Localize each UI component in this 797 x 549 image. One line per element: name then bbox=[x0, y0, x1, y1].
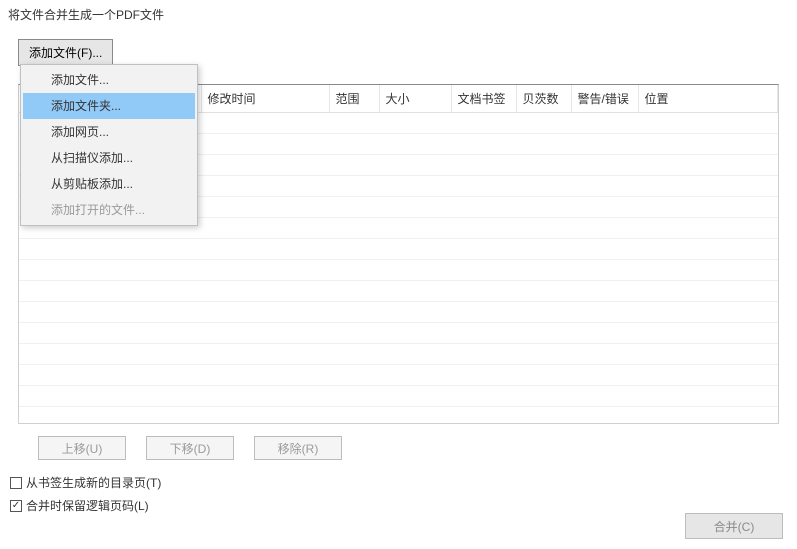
remove-button[interactable]: 移除(R) bbox=[254, 436, 342, 460]
dropdown-item[interactable]: 添加文件夹... bbox=[23, 93, 195, 119]
table-row bbox=[19, 281, 778, 302]
add-file-dropdown: 添加文件...添加文件夹...添加网页...从扫描仪添加...从剪贴板添加...… bbox=[20, 64, 198, 226]
column-header[interactable]: 修改时间 bbox=[201, 85, 329, 113]
table-row bbox=[19, 302, 778, 323]
options-block: 从书签生成新的目录页(T) 合并时保留逻辑页码(L) bbox=[10, 474, 797, 514]
dropdown-item[interactable]: 添加文件... bbox=[23, 67, 195, 93]
move-up-button[interactable]: 上移(U) bbox=[38, 436, 126, 460]
option-label: 从书签生成新的目录页(T) bbox=[26, 474, 161, 491]
move-down-button[interactable]: 下移(D) bbox=[146, 436, 234, 460]
table-row bbox=[19, 260, 778, 281]
table-row bbox=[19, 386, 778, 407]
dropdown-item[interactable]: 从扫描仪添加... bbox=[23, 145, 195, 171]
option-keep-logical-page[interactable]: 合并时保留逻辑页码(L) bbox=[10, 497, 797, 514]
page-title: 将文件合并生成一个PDF文件 bbox=[0, 0, 797, 29]
table-row bbox=[19, 344, 778, 365]
toolbar: 添加文件(F)... bbox=[0, 29, 797, 66]
dropdown-item[interactable]: 添加网页... bbox=[23, 119, 195, 145]
action-row: 上移(U) 下移(D) 移除(R) bbox=[38, 436, 797, 460]
add-file-button[interactable]: 添加文件(F)... bbox=[18, 39, 113, 66]
table-row bbox=[19, 323, 778, 344]
table-row bbox=[19, 239, 778, 260]
column-header[interactable]: 大小 bbox=[379, 85, 451, 113]
merge-row: 合并(C) bbox=[685, 513, 783, 539]
dropdown-item: 添加打开的文件... bbox=[23, 197, 195, 223]
column-header[interactable]: 警告/错误 bbox=[571, 85, 638, 113]
checkbox-icon[interactable] bbox=[10, 477, 22, 489]
column-header[interactable]: 位置 bbox=[638, 85, 778, 113]
merge-button[interactable]: 合并(C) bbox=[685, 513, 783, 539]
option-bookmarks-toc[interactable]: 从书签生成新的目录页(T) bbox=[10, 474, 797, 491]
checkbox-icon[interactable] bbox=[10, 500, 22, 512]
option-label: 合并时保留逻辑页码(L) bbox=[26, 497, 149, 514]
column-header[interactable]: 文档书签 bbox=[451, 85, 516, 113]
column-header[interactable]: 范围 bbox=[329, 85, 379, 113]
column-header[interactable]: 贝茨数 bbox=[516, 85, 571, 113]
dropdown-item[interactable]: 从剪贴板添加... bbox=[23, 171, 195, 197]
table-row bbox=[19, 365, 778, 386]
